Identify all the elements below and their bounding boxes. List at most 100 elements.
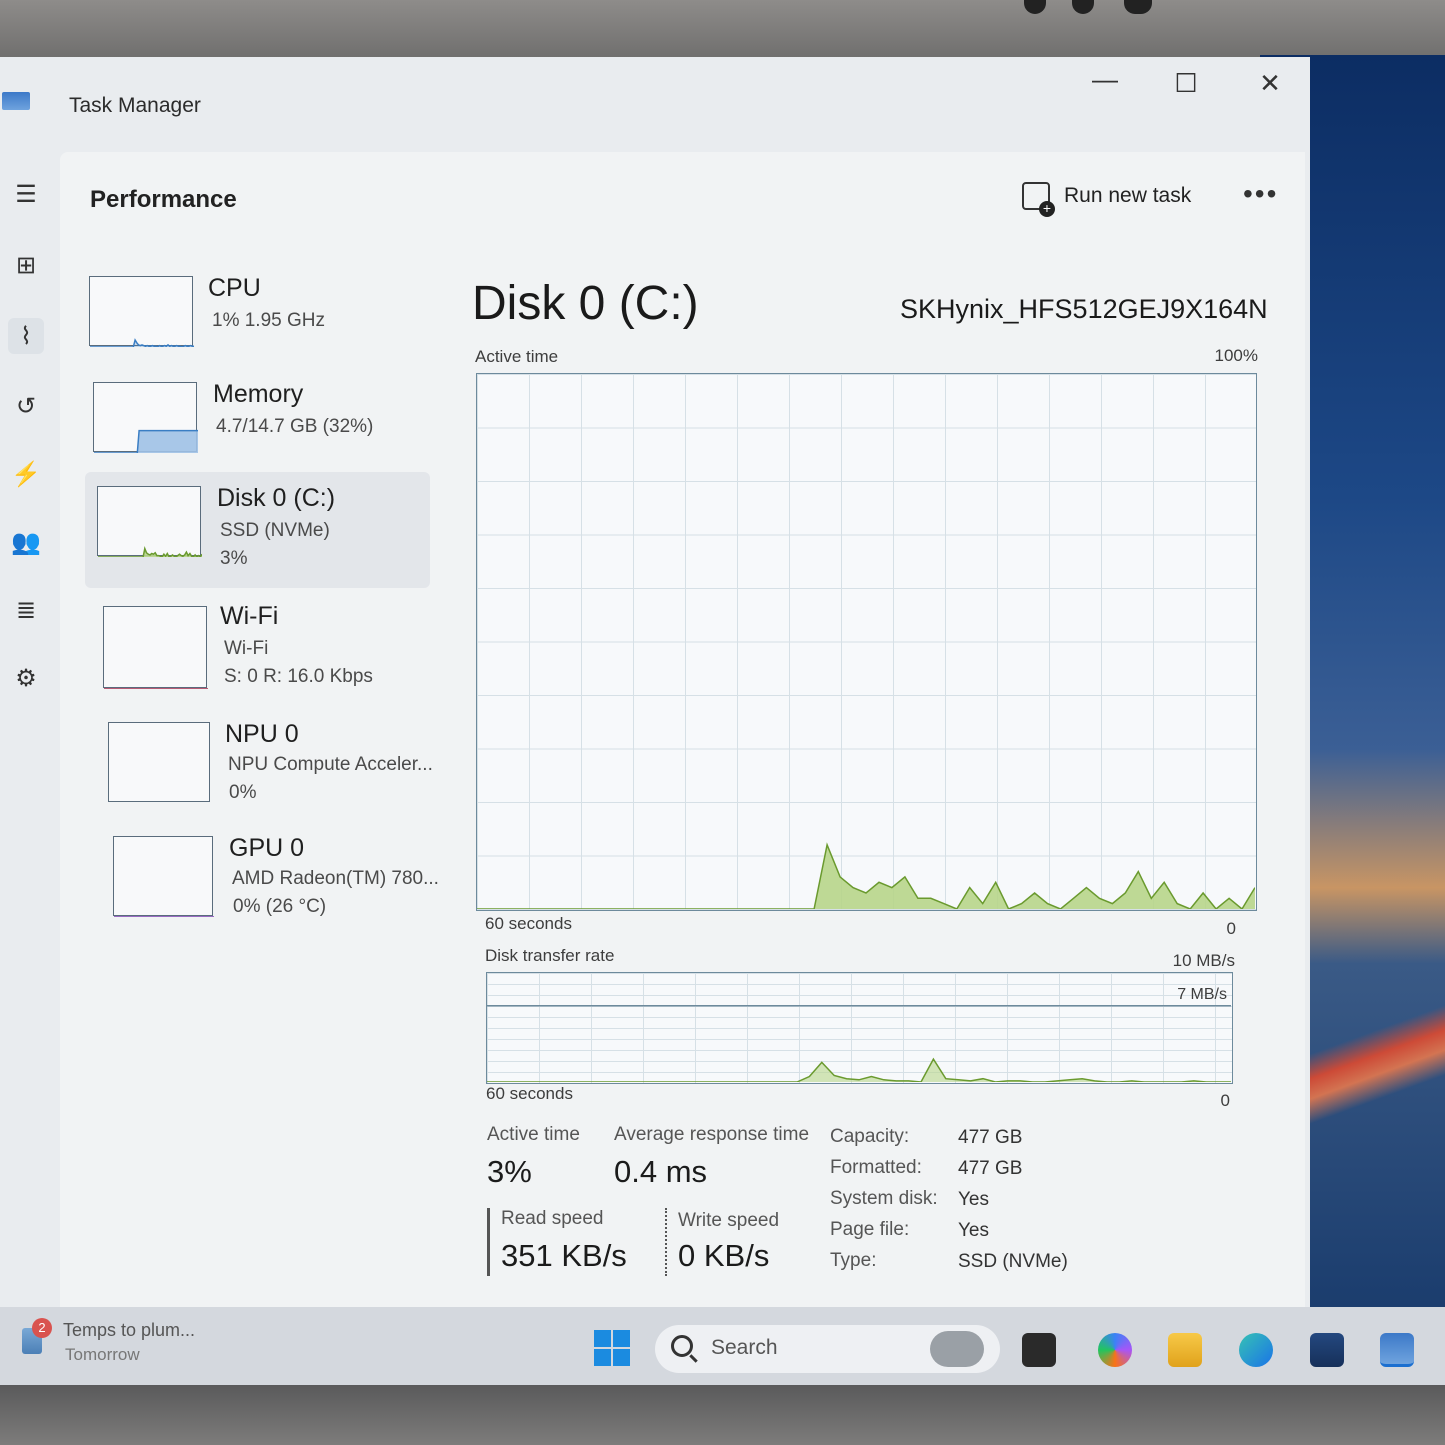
edge-browser-icon[interactable] bbox=[1239, 1333, 1273, 1367]
active-time-stat-label: Active time bbox=[487, 1124, 580, 1145]
device-name: Disk 0 (C:) bbox=[217, 484, 336, 512]
device-item-disk[interactable]: Disk 0 (C:) SSD (NVMe) 3% bbox=[85, 472, 430, 588]
transfer-rate-series-line bbox=[487, 1057, 1231, 1082]
property-value-capacity: 477 GB bbox=[958, 1127, 1023, 1148]
device-detail: 1% 1.95 GHz bbox=[212, 310, 325, 331]
maximize-button[interactable]: ☐ bbox=[1166, 68, 1206, 99]
property-key-capacity: Capacity: bbox=[830, 1126, 910, 1147]
camera-icon bbox=[1024, 0, 1046, 14]
gpu-thumbnail-graph bbox=[113, 836, 214, 918]
start-button[interactable] bbox=[594, 1330, 630, 1366]
active-time-stat-value: 3% bbox=[487, 1154, 532, 1189]
startup-apps-icon[interactable]: ⚡ bbox=[8, 456, 44, 492]
active-time-graph-label: Active time bbox=[475, 347, 559, 366]
window-title: Task Manager bbox=[69, 94, 201, 117]
device-detail: Wi-Fi bbox=[224, 638, 269, 659]
performance-icon[interactable]: ⌇ bbox=[8, 318, 44, 354]
hamburger-menu-icon[interactable]: ☰ bbox=[8, 176, 44, 212]
device-name: CPU bbox=[208, 274, 261, 302]
taskbar-search-box[interactable]: Search bbox=[655, 1325, 1000, 1373]
device-usage: 3% bbox=[220, 548, 248, 569]
transfer-rate-graph-label: Disk transfer rate bbox=[485, 946, 615, 965]
memory-thumbnail-graph bbox=[93, 382, 198, 454]
read-speed-label: Read speed bbox=[501, 1208, 604, 1229]
write-speed-label: Write speed bbox=[678, 1210, 780, 1231]
device-item-memory[interactable]: Memory 4.7/14.7 GB (32%) bbox=[85, 372, 430, 484]
transfer-rate-max-label: 10 MB/s bbox=[1172, 951, 1235, 970]
active-time-graph bbox=[476, 373, 1257, 911]
copilot-icon[interactable] bbox=[1098, 1333, 1132, 1367]
device-usage: S: 0 R: 16.0 Kbps bbox=[224, 666, 373, 687]
active-time-x-left-label: 60 seconds bbox=[485, 914, 572, 933]
page-title: Performance bbox=[90, 186, 237, 213]
property-value-system-disk: Yes bbox=[958, 1189, 989, 1210]
file-explorer-icon[interactable] bbox=[1168, 1333, 1202, 1367]
device-item-gpu[interactable]: GPU 0 AMD Radeon(TM) 780... 0% (26 °C) bbox=[85, 830, 439, 942]
active-time-series-area bbox=[477, 844, 1255, 909]
transfer-rate-x-left-label: 60 seconds bbox=[486, 1084, 573, 1103]
device-name: Memory bbox=[213, 380, 304, 408]
device-item-cpu[interactable]: CPU 1% 1.95 GHz bbox=[85, 266, 430, 378]
screen-bezel-top bbox=[0, 0, 1445, 60]
transfer-rate-x-right-label: 0 bbox=[1220, 1091, 1230, 1110]
services-icon[interactable]: ⚙ bbox=[8, 660, 44, 696]
cpu-thumbnail-graph bbox=[89, 276, 194, 348]
device-detail: NPU Compute Acceler... bbox=[228, 754, 433, 775]
property-value-page-file: Yes bbox=[958, 1220, 989, 1241]
minimize-button[interactable]: — bbox=[1085, 64, 1125, 95]
app-history-icon[interactable]: ↺ bbox=[8, 388, 44, 424]
processes-icon[interactable]: ⊞ bbox=[8, 247, 44, 283]
microsoft-store-icon[interactable] bbox=[1310, 1333, 1344, 1367]
property-key-system-disk: System disk: bbox=[830, 1188, 938, 1209]
search-placeholder: Search bbox=[711, 1336, 778, 1359]
task-manager-taskbar-icon[interactable] bbox=[1380, 1333, 1414, 1367]
disk-title: Disk 0 (C:) bbox=[472, 277, 699, 330]
device-detail: SSD (NVMe) bbox=[220, 520, 330, 541]
search-icon bbox=[671, 1335, 693, 1357]
write-speed-indicator bbox=[665, 1208, 667, 1276]
memory-thumb-series-area bbox=[94, 430, 198, 453]
device-name: GPU 0 bbox=[229, 834, 305, 862]
transfer-rate-series-area bbox=[487, 1059, 1231, 1082]
disk-model: SKHynix_HFS512GEJ9X164N bbox=[900, 294, 1268, 324]
avg-response-label: Average response time bbox=[614, 1124, 810, 1145]
property-value-type: SSD (NVMe) bbox=[958, 1251, 1068, 1272]
property-value-formatted: 477 GB bbox=[958, 1158, 1023, 1179]
avg-response-value: 0.4 ms bbox=[614, 1154, 708, 1189]
npu-thumbnail-graph bbox=[108, 722, 210, 802]
device-item-npu[interactable]: NPU 0 NPU Compute Acceler... 0% bbox=[85, 716, 433, 828]
details-icon[interactable]: ≣ bbox=[8, 592, 44, 628]
close-button[interactable]: ✕ bbox=[1250, 68, 1290, 99]
search-highlight-icon bbox=[930, 1331, 984, 1367]
property-key-type: Type: bbox=[830, 1250, 877, 1271]
disk-thumbnail-graph bbox=[97, 486, 203, 559]
run-task-icon bbox=[1022, 182, 1055, 217]
run-new-task-label: Run new task bbox=[1064, 184, 1192, 207]
transfer-rate-line-label: 7 MB/s bbox=[1177, 986, 1227, 1003]
device-usage: 0% (26 °C) bbox=[233, 896, 327, 917]
device-usage: 0% bbox=[229, 782, 257, 803]
device-item-wifi[interactable]: Wi-Fi Wi-Fi S: 0 R: 16.0 Kbps bbox=[85, 600, 430, 712]
notification-badge: 2 bbox=[32, 1318, 52, 1338]
screen-bezel-bottom bbox=[0, 1385, 1445, 1445]
device-detail: AMD Radeon(TM) 780... bbox=[232, 868, 439, 889]
device-name: NPU 0 bbox=[225, 720, 299, 748]
weather-widget-title[interactable]: Temps to plum... bbox=[63, 1320, 195, 1341]
property-key-formatted: Formatted: bbox=[830, 1157, 922, 1178]
users-icon[interactable]: 👥 bbox=[8, 524, 44, 560]
active-time-x-right-label: 0 bbox=[1226, 919, 1236, 938]
device-name: Wi-Fi bbox=[220, 602, 279, 630]
transfer-rate-graph: 7 MB/s bbox=[486, 972, 1233, 1084]
task-view-icon[interactable] bbox=[1022, 1333, 1056, 1367]
device-detail: 4.7/14.7 GB (32%) bbox=[216, 416, 374, 437]
property-key-page-file: Page file: bbox=[830, 1219, 910, 1240]
wifi-thumbnail-graph bbox=[103, 606, 208, 690]
read-speed-value: 351 KB/s bbox=[501, 1238, 627, 1273]
weather-widget-subtitle: Tomorrow bbox=[65, 1345, 140, 1364]
run-new-task-button[interactable]: Run new task bbox=[1022, 182, 1192, 217]
more-options-button[interactable]: ••• bbox=[1243, 178, 1278, 210]
camera-icon bbox=[1124, 0, 1152, 14]
read-speed-indicator bbox=[487, 1208, 490, 1276]
sensor-icon bbox=[1072, 0, 1094, 14]
write-speed-value: 0 KB/s bbox=[678, 1238, 770, 1273]
